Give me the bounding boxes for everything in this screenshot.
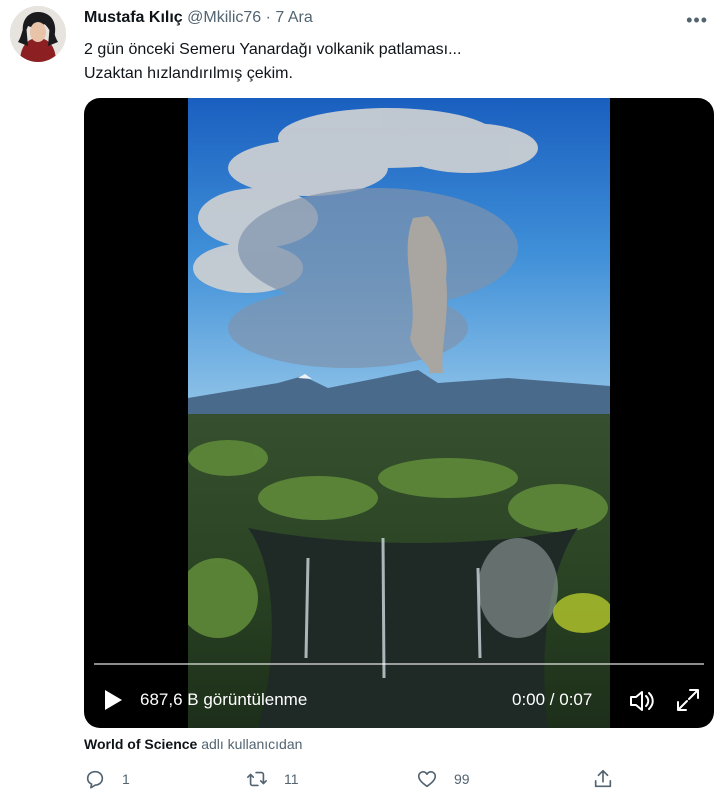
separator: · — [265, 9, 271, 26]
video-time: 0:00 / 0:07 — [512, 690, 593, 709]
reply-icon — [86, 770, 104, 789]
author-handle[interactable]: @Mkilic76 — [187, 9, 261, 26]
reply-count: 1 — [122, 771, 130, 787]
video-frame — [188, 98, 610, 728]
reply-button[interactable]: 1 — [84, 768, 130, 790]
progress-bar[interactable] — [94, 663, 704, 665]
like-button[interactable]: 99 — [416, 768, 470, 790]
play-icon[interactable] — [102, 688, 124, 712]
volume-icon[interactable] — [628, 688, 656, 714]
like-count: 99 — [454, 771, 470, 787]
tweet-text: 2 gün önceki Semeru Yanardağı volkanik p… — [84, 38, 461, 86]
tweet-text-line-2: Uzaktan hızlandırılmış çekim. — [84, 65, 293, 82]
tweet-text-line-1: 2 gün önceki Semeru Yanardağı volkanik p… — [84, 41, 462, 58]
like-icon — [417, 771, 437, 788]
source-name[interactable]: World of Science — [84, 736, 197, 752]
retweet-button[interactable]: 11 — [246, 768, 299, 790]
retweet-icon — [247, 771, 267, 787]
avatar[interactable] — [10, 6, 66, 62]
share-button[interactable] — [592, 768, 614, 790]
author-name[interactable]: Mustafa Kılıç — [84, 9, 183, 26]
tweet-date[interactable]: 7 Ara — [275, 9, 312, 26]
share-icon — [594, 769, 612, 788]
video-player[interactable]: 687,6 B görüntülenme 0:00 / 0:07 — [84, 98, 714, 728]
attribution: World of Science adlı kullanıcıdan — [84, 736, 302, 752]
fullscreen-icon[interactable] — [674, 686, 702, 714]
more-icon[interactable]: ••• — [686, 10, 708, 31]
source-suffix: adlı kullanıcıdan — [201, 736, 303, 752]
retweet-count: 11 — [284, 771, 299, 787]
tweet-header: Mustafa Kılıç @Mkilic76 · 7 Ara — [84, 9, 313, 27]
view-count: 687,6 B görüntülenme — [140, 690, 308, 709]
